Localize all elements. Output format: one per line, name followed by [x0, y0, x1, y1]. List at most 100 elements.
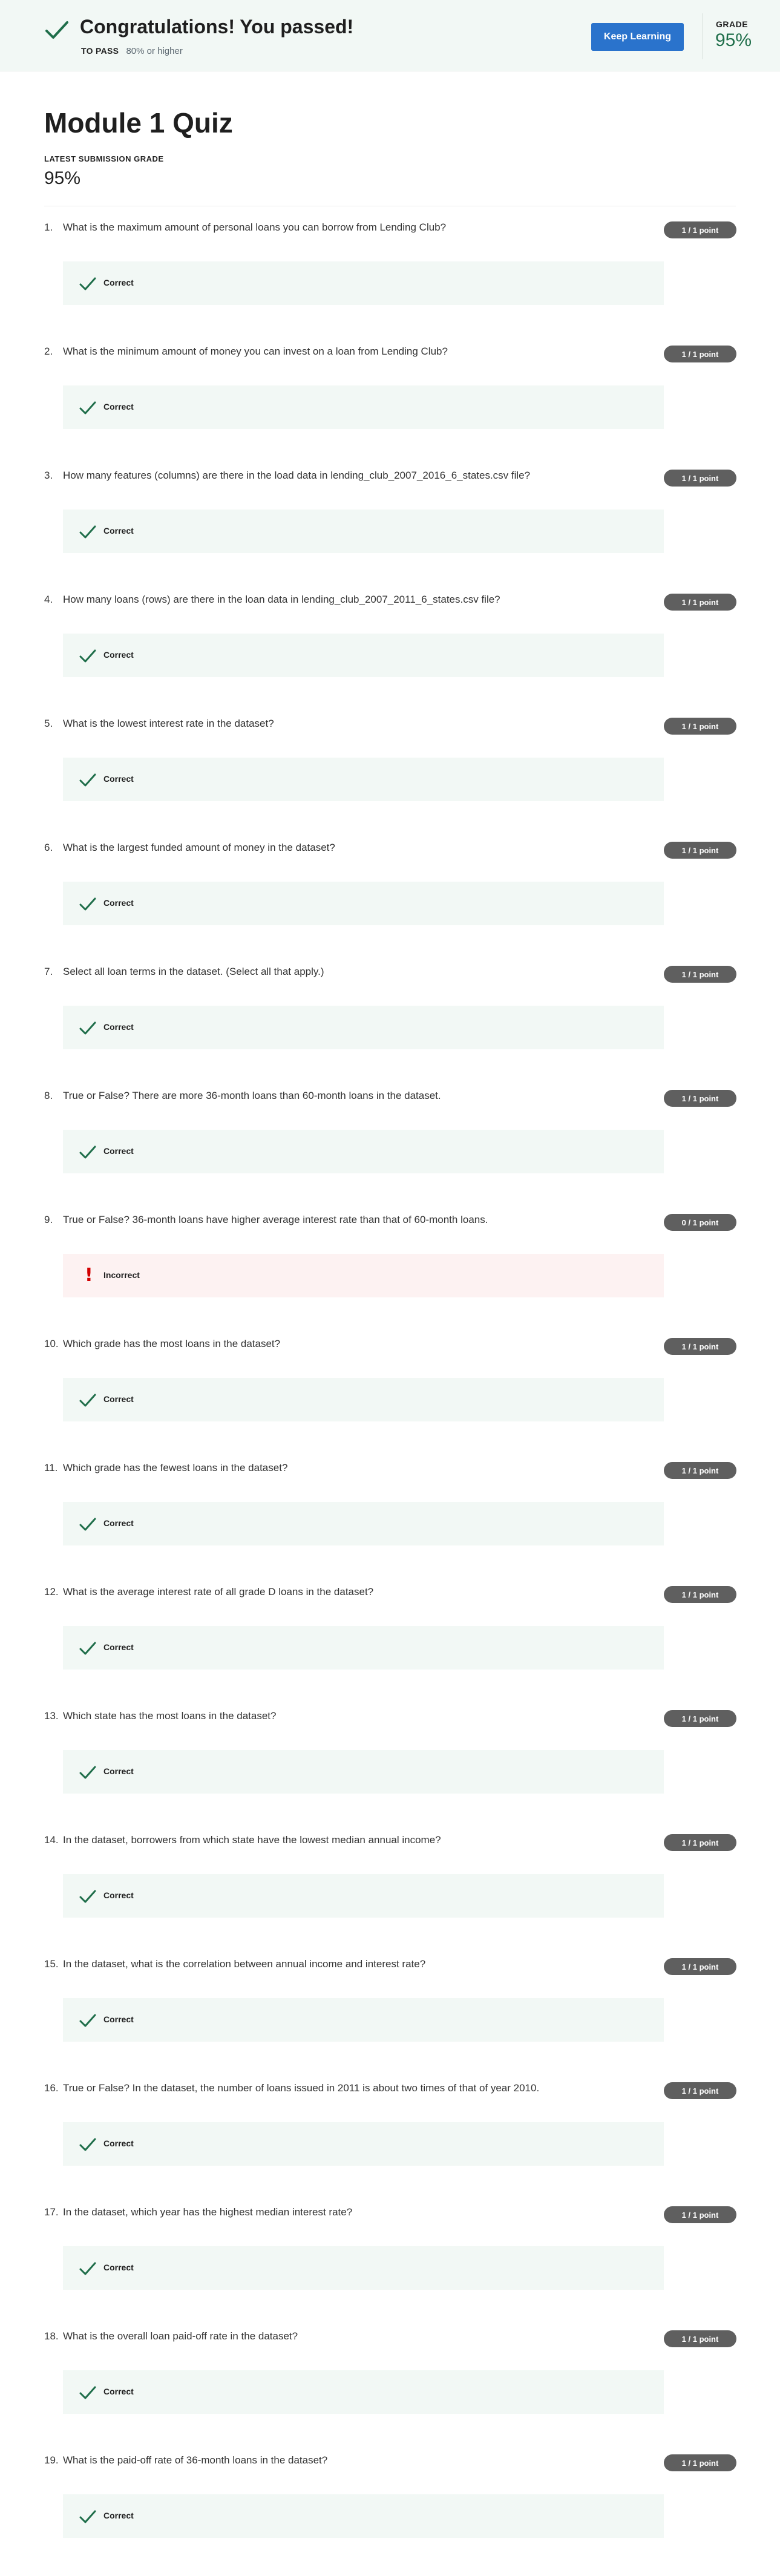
check-icon [79, 1515, 97, 1533]
pass-title: Congratulations! You passed! [80, 16, 354, 38]
question-item: 1. What is the maximum amount of personal… [0, 219, 780, 343]
question-number: 17. [44, 2206, 59, 2218]
points-badge: 0 / 1 point [664, 1214, 736, 1231]
question-text: True or False? There are more 36-month l… [63, 1090, 441, 1101]
check-icon [79, 1391, 97, 1409]
question-number: 5. [44, 718, 53, 729]
question-item: 4. How many loans (rows) are there in the… [0, 591, 780, 715]
exclamation-icon: ! [85, 1265, 93, 1286]
points-badge: 1 / 1 point [664, 470, 736, 487]
question-number: 15. [44, 1958, 59, 1970]
points-badge: 1 / 1 point [664, 1586, 736, 1603]
feedback-text: Correct [103, 2511, 134, 2520]
points-badge: 1 / 1 point [664, 2082, 736, 2099]
question-text: How many features (columns) are there in… [63, 470, 531, 481]
check-icon [79, 523, 97, 541]
question-number: 19. [44, 2454, 59, 2466]
question-number: 18. [44, 2330, 59, 2342]
result-banner: Congratulations! You passed! TO PASS 80%… [0, 0, 780, 71]
keep-learning-button[interactable]: Keep Learning [591, 23, 684, 51]
question-number: 1. [44, 221, 53, 233]
feedback-box: Correct [63, 1998, 664, 2042]
question-number: 4. [44, 594, 53, 605]
question-text: What is the paid-off rate of 36-month lo… [63, 2454, 328, 2466]
page-title: Module 1 Quiz [44, 107, 233, 139]
feedback-text: Correct [103, 2138, 134, 2148]
check-icon [79, 2260, 97, 2278]
feedback-box: Correct [63, 2246, 664, 2290]
question-text: What is the largest funded amount of mon… [63, 842, 335, 853]
points-badge: 1 / 1 point [664, 346, 736, 362]
question-text: Select all loan terms in the dataset. (S… [63, 966, 324, 977]
feedback-text: Correct [103, 650, 134, 660]
question-number: 8. [44, 1090, 53, 1101]
check-icon [79, 2384, 97, 2402]
feedback-text: Correct [103, 1766, 134, 1776]
question-item: 17. In the dataset, which year has the hi… [0, 2204, 780, 2328]
check-icon [79, 895, 97, 913]
points-badge: 1 / 1 point [664, 1462, 736, 1479]
to-pass-label: TO PASS [81, 46, 119, 56]
question-item: 7. Select all loan terms in the dataset. … [0, 963, 780, 1087]
feedback-text: Correct [103, 774, 134, 784]
feedback-box: Correct [63, 882, 664, 925]
feedback-box: Correct [63, 1626, 664, 1670]
to-pass-value: 80% or higher [126, 46, 183, 56]
question-number: 3. [44, 470, 53, 481]
feedback-text: Correct [103, 1518, 134, 1528]
question-number: 7. [44, 966, 53, 977]
question-number: 12. [44, 1586, 59, 1598]
grade-value: 95% [715, 30, 752, 50]
check-icon [79, 2135, 97, 2154]
feedback-text: Correct [103, 2014, 134, 2024]
points-badge: 1 / 1 point [664, 718, 736, 735]
question-number: 16. [44, 2082, 59, 2094]
check-icon [79, 647, 97, 665]
feedback-box: Correct [63, 1502, 664, 1545]
feedback-box: Correct [63, 261, 664, 305]
feedback-box: Correct [63, 1874, 664, 1918]
question-item: 2. What is the minimum amount of money yo… [0, 343, 780, 467]
question-text: True or False? 36-month loans have highe… [63, 1214, 488, 1225]
points-badge: 1 / 1 point [664, 1710, 736, 1727]
feedback-box: Correct [63, 510, 664, 553]
points-badge: 1 / 1 point [664, 1338, 736, 1355]
question-text: True or False? In the dataset, the numbe… [63, 2082, 540, 2094]
check-icon [79, 1143, 97, 1161]
points-badge: 1 / 1 point [664, 594, 736, 611]
feedback-text: Correct [103, 526, 134, 536]
feedback-text: Correct [103, 1642, 134, 1652]
question-text: What is the average interest rate of all… [63, 1586, 374, 1598]
question-number: 13. [44, 1710, 59, 1722]
question-item: 15. In the dataset, what is the correlati… [0, 1956, 780, 2080]
question-text: What is the minimum amount of money you … [63, 346, 448, 357]
points-badge: 1 / 1 point [664, 2330, 736, 2347]
check-icon [79, 1887, 97, 1906]
feedback-box: Correct [63, 2370, 664, 2414]
feedback-box: Correct [63, 634, 664, 677]
feedback-text: Correct [103, 2263, 134, 2272]
question-item: 5. What is the lowest interest rate in th… [0, 715, 780, 839]
question-item: 12. What is the average interest rate of … [0, 1584, 780, 1708]
question-text: What is the lowest interest rate in the … [63, 718, 274, 729]
question-number: 2. [44, 346, 53, 357]
question-item: 19. What is the paid-off rate of 36-month… [0, 2452, 780, 2576]
question-text: What is the overall loan paid-off rate i… [63, 2330, 298, 2342]
check-icon [79, 2011, 97, 2030]
points-badge: 1 / 1 point [664, 221, 736, 238]
question-number: 11. [44, 1462, 58, 1473]
feedback-text: Correct [103, 278, 134, 287]
feedback-box: Correct [63, 2494, 664, 2538]
feedback-box: ! Incorrect [63, 1254, 664, 1297]
question-item: 6. What is the largest funded amount of m… [0, 839, 780, 963]
latest-submission-grade: 95% [44, 168, 81, 188]
question-item: 14. In the dataset, borrowers from which … [0, 1832, 780, 1956]
question-number: 6. [44, 842, 53, 853]
question-text: In the dataset, which year has the highe… [63, 2206, 353, 2218]
check-icon [79, 1019, 97, 1037]
check-icon [79, 2508, 97, 2526]
question-item: 8. True or False? There are more 36-month… [0, 1087, 780, 1211]
check-icon [79, 275, 97, 293]
pass-requirement: TO PASS 80% or higher [81, 46, 183, 56]
feedback-text: Correct [103, 1022, 134, 1032]
